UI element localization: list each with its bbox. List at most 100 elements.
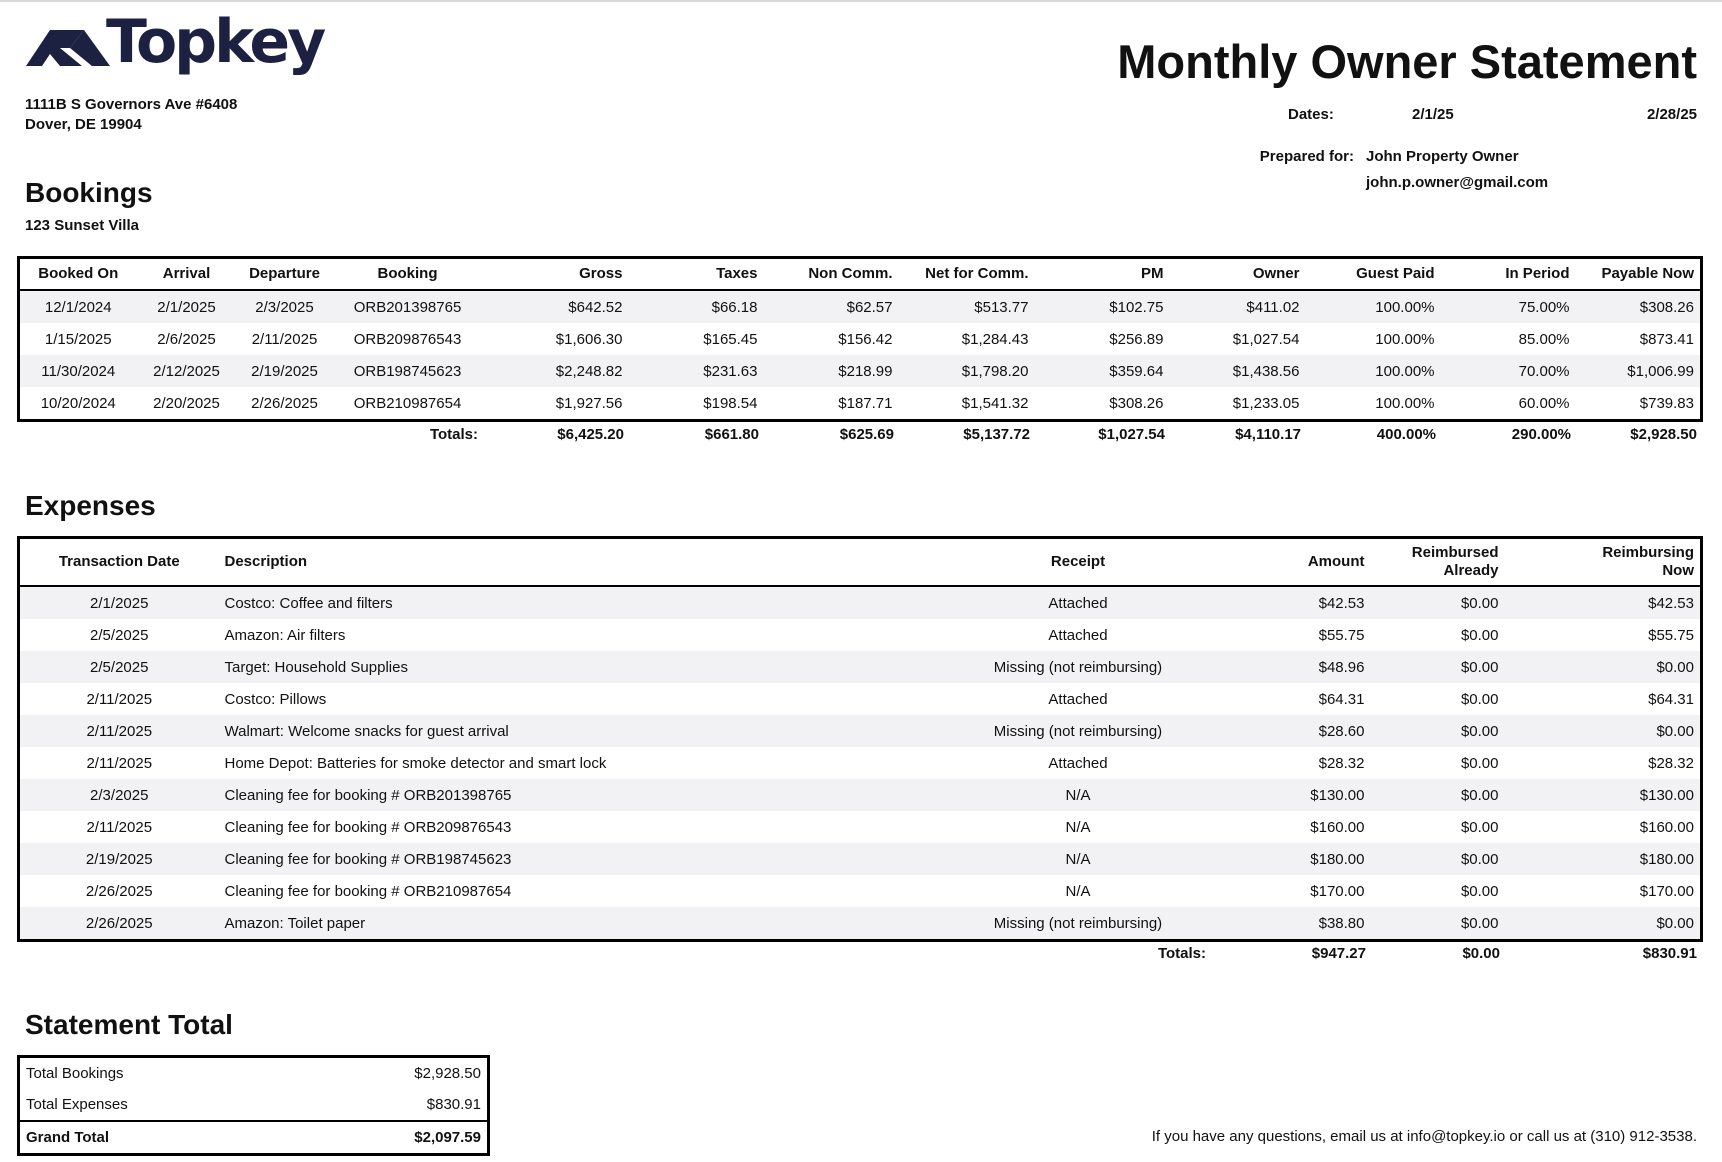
total-reimbursed: $0.00 xyxy=(1462,944,1500,962)
cell-receipt: Attached xyxy=(1048,626,1108,644)
cell-description: Amazon: Air filters xyxy=(224,626,346,644)
col-in-period: In Period xyxy=(1440,257,1576,291)
cell-owner: $1,027.54 xyxy=(1232,330,1300,348)
cell-pm: $359.64 xyxy=(1034,355,1170,387)
bookings-header-row: Booked On Arrival Departure Booking Gros… xyxy=(18,257,1702,291)
company-address: 1111B S Governors Ave #6408 Dover, DE 19… xyxy=(25,95,237,135)
cell-receipt: Missing (not reimbursing) xyxy=(945,715,1211,747)
cell-payable-now: $1,006.99 xyxy=(1575,355,1702,387)
cell-description: Costco: Coffee and filters xyxy=(218,586,946,619)
col-guest-paid: Guest Paid xyxy=(1305,257,1441,291)
cell-description: Walmart: Welcome snacks for guest arriva… xyxy=(218,715,946,747)
col-payable-now: Payable Now xyxy=(1575,257,1702,291)
cell-reimbursed: $0.00 xyxy=(1460,754,1499,772)
cell-receipt: N/A xyxy=(945,779,1211,811)
col-gross: Gross xyxy=(482,257,629,291)
cell-gross: $2,248.82 xyxy=(482,355,629,387)
table-row: 11/30/2024 2/12/2025 2/19/2025 ORB198745… xyxy=(18,355,1702,387)
table-row: 2/26/2025 Cleaning fee for booking # ORB… xyxy=(19,875,1702,907)
cell-receipt: Attached xyxy=(1048,690,1108,708)
cell-description: Target: Household Supplies xyxy=(218,651,946,683)
cell-owner: $411.02 xyxy=(1169,290,1306,323)
table-row: 2/11/2025 Home Depot: Batteries for smok… xyxy=(19,747,1702,779)
grand-total-value: $2,097.59 xyxy=(295,1120,489,1155)
cell-taxes: $198.54 xyxy=(703,394,758,412)
total-non-comm: $625.69 xyxy=(839,425,894,443)
col-booked-on: Booked On xyxy=(18,257,137,291)
cell-pm: $102.75 xyxy=(1034,290,1170,323)
cell-amount: $180.00 xyxy=(1210,843,1371,875)
col-net-for-comm: Net for Comm. xyxy=(898,257,1035,291)
cell-reimbursing: $55.75 xyxy=(1648,626,1694,644)
cell-date: 2/3/2025 xyxy=(18,779,219,811)
property-name: 123 Sunset Villa xyxy=(25,217,139,234)
statement-row: Total Bookings $2,928.50 xyxy=(19,1057,489,1090)
address-line-1: 1111B S Governors Ave #6408 xyxy=(25,96,238,113)
cell-booking: ORB201398765 xyxy=(332,290,483,323)
statement-heading: Statement Total xyxy=(25,1009,233,1040)
statement-value: $2,928.50 xyxy=(414,1065,481,1082)
total-net-for-comm: $5,137.72 xyxy=(963,425,1030,443)
statement-total-table: Total Bookings $2,928.50 Total Expenses … xyxy=(17,1055,490,1156)
cell-description: Cleaning fee for booking # ORB209876543 xyxy=(224,818,512,836)
cell-receipt: Attached xyxy=(1048,754,1108,772)
col-taxes: Taxes xyxy=(628,257,764,291)
cell-departure: 2/26/2025 xyxy=(251,394,318,412)
cell-reimbursing: $180.00 xyxy=(1504,843,1702,875)
col-non-comm: Non Comm. xyxy=(763,257,899,291)
expenses-totals-row: Totals: $947.27 $0.00 $830.91 xyxy=(17,939,1703,967)
cell-date: 2/5/2025 xyxy=(90,626,149,644)
cell-arrival: 2/6/2025 xyxy=(157,330,216,348)
cell-in-period: 85.00% xyxy=(1518,330,1570,348)
cell-date: 2/11/2025 xyxy=(86,690,153,708)
cell-non-comm: $218.99 xyxy=(763,355,899,387)
cell-arrival: 2/12/2025 xyxy=(136,355,237,387)
cell-guest-paid: 100.00% xyxy=(1375,330,1435,348)
cell-guest-paid: 100.00% xyxy=(1305,290,1441,323)
cell-reimbursed: $0.00 xyxy=(1370,907,1505,941)
cell-net-for-comm: $1,284.43 xyxy=(961,330,1029,348)
col-booking: Booking xyxy=(332,257,483,291)
total-pm: $1,027.54 xyxy=(1098,425,1165,443)
cell-net-for-comm: $1,798.20 xyxy=(898,355,1035,387)
cell-amount: $48.96 xyxy=(1210,651,1371,683)
cell-taxes: $66.18 xyxy=(628,290,764,323)
bookings-table: Booked On Arrival Departure Booking Gros… xyxy=(17,256,1703,422)
table-row: 12/1/2024 2/1/2025 2/3/2025 ORB201398765… xyxy=(18,290,1702,323)
cell-receipt: N/A xyxy=(1065,818,1091,836)
cell-non-comm: $156.42 xyxy=(838,330,893,348)
cell-gross: $1,606.30 xyxy=(555,330,623,348)
prepared-for-email: john.p.owner@gmail.com xyxy=(1366,174,1549,191)
table-row: 2/11/2025 Walmart: Welcome snacks for gu… xyxy=(18,715,1702,747)
cell-date: 2/26/2025 xyxy=(18,907,219,941)
cell-departure: 2/11/2025 xyxy=(251,330,318,348)
cell-booked-on: 10/20/2024 xyxy=(40,394,116,412)
total-gross: $6,425.20 xyxy=(557,425,624,443)
cell-reimbursed: $0.00 xyxy=(1460,882,1499,900)
expenses-header-row: Transaction Date Description Receipt Amo… xyxy=(18,537,1702,587)
bookings-heading: Bookings xyxy=(25,177,153,208)
cell-amount: $42.53 xyxy=(1210,586,1371,619)
cell-pm: $308.26 xyxy=(1109,394,1164,412)
col-owner: Owner xyxy=(1169,257,1306,291)
cell-reimbursing: $64.31 xyxy=(1648,690,1694,708)
cell-reimbursed: $0.00 xyxy=(1370,843,1505,875)
cell-taxes: $165.45 xyxy=(703,330,758,348)
statement-label: Total Bookings xyxy=(26,1065,124,1082)
cell-receipt: N/A xyxy=(945,843,1211,875)
cell-description: Amazon: Toilet paper xyxy=(218,907,946,941)
cell-reimbursed: $0.00 xyxy=(1370,586,1505,619)
cell-amount: $170.00 xyxy=(1310,882,1365,900)
table-row: 2/5/2025 Target: Household Supplies Miss… xyxy=(18,651,1702,683)
cell-reimbursing: $170.00 xyxy=(1639,882,1694,900)
dates-label: Dates: xyxy=(1288,106,1334,123)
total-owner: $4,110.17 xyxy=(1235,425,1301,443)
cell-amount: $38.80 xyxy=(1210,907,1371,941)
expenses-heading: Expenses xyxy=(25,490,156,521)
cell-owner: $1,438.56 xyxy=(1169,355,1306,387)
cell-departure: 2/3/2025 xyxy=(236,290,333,323)
cell-reimbursed: $0.00 xyxy=(1370,651,1505,683)
cell-departure: 2/19/2025 xyxy=(236,355,333,387)
cell-receipt: N/A xyxy=(1065,882,1091,900)
cell-non-comm: $62.57 xyxy=(763,290,899,323)
